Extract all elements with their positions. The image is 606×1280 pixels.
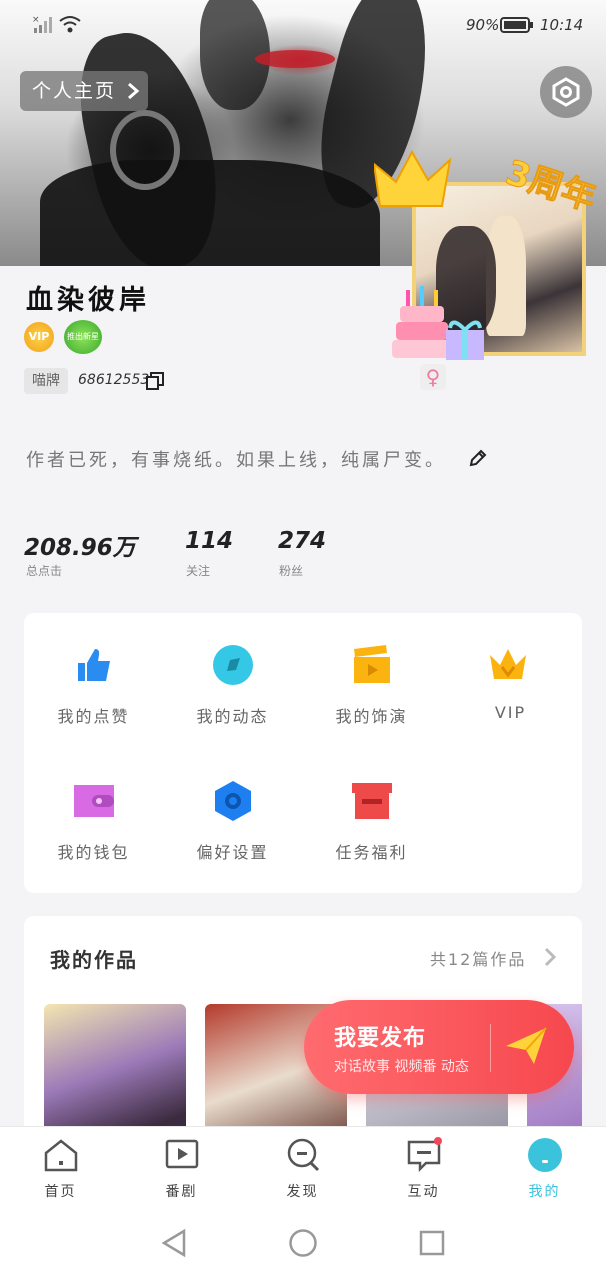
preferences-label: 偏好设置 (196, 843, 269, 862)
wallet-icon (74, 785, 114, 817)
clapperboard-icon (354, 645, 390, 683)
stat-following[interactable]: 114 (185, 528, 233, 554)
my-wallet-label: 我的钱包 (57, 843, 130, 862)
compass-icon (213, 645, 253, 685)
signal-icon: × (32, 15, 52, 33)
stat-total-clicks-label: 总点击 (26, 564, 63, 578)
id-tag: 喵牌 (24, 368, 68, 394)
chevron-right-icon (128, 82, 140, 100)
tab-anime[interactable]: 番剧 (121, 1127, 242, 1211)
home-circle-icon[interactable] (288, 1228, 318, 1258)
personal-homepage-button[interactable]: 个人主页 (20, 71, 148, 111)
system-nav-bar (0, 1210, 606, 1280)
tab-interaction[interactable]: 互动 (363, 1127, 484, 1211)
tab-mine[interactable]: 我的 (484, 1127, 605, 1211)
hexagon-gear-icon (552, 77, 580, 107)
discover-icon (287, 1138, 320, 1172)
thumbs-up-icon (78, 649, 110, 681)
publish-button[interactable]: 我要发布 对话故事 视频番 动态 (304, 1000, 574, 1094)
status-bar: × 90% 10:14 (0, 0, 606, 52)
play-icon (165, 1139, 199, 1169)
tab-discover[interactable]: 发现 (242, 1127, 363, 1211)
stat-total-clicks: 208.96万 (24, 535, 136, 561)
hexagon-settings-icon (215, 781, 251, 821)
crown-decoration-icon (374, 149, 452, 207)
avatar-frame[interactable]: 3周年 (374, 149, 606, 390)
publish-title: 我要发布 (334, 1026, 427, 1051)
tab-home-label: 首页 (44, 1184, 77, 1200)
my-roles-item[interactable]: 我的饰演 (302, 613, 441, 733)
my-likes-item[interactable]: 我的点赞 (24, 613, 163, 733)
tab-anime-label: 番剧 (165, 1184, 198, 1200)
back-icon[interactable] (160, 1228, 188, 1258)
tab-discover-label: 发现 (286, 1184, 319, 1200)
honor-badge-icon[interactable]: 推出新星 (64, 320, 102, 354)
works-count-link[interactable]: 共12篇作品 (430, 946, 526, 970)
gift-box-icon (352, 783, 392, 819)
task-rewards-label: 任务福利 (335, 843, 408, 862)
message-icon (407, 1137, 442, 1173)
chevron-right-icon[interactable] (542, 946, 558, 968)
my-activity-label: 我的动态 (196, 707, 269, 726)
work-cover-1[interactable] (44, 1004, 186, 1146)
stat-fans-label[interactable]: 粉丝 (279, 562, 303, 579)
bio-text: 作者已死，有事烧纸。如果上线，纯属尸变。 (26, 450, 446, 471)
edit-pencil-icon[interactable] (468, 448, 488, 468)
publish-divider (490, 1024, 491, 1072)
tab-home[interactable]: 首页 (0, 1127, 121, 1211)
my-works-title: 我的作品 (50, 948, 138, 972)
my-wallet-item[interactable]: 我的钱包 (24, 749, 163, 869)
my-roles-label: 我的饰演 (335, 707, 408, 726)
my-likes-label: 我的点赞 (57, 707, 130, 726)
tab-interaction-label: 互动 (407, 1184, 440, 1200)
wifi-icon (59, 16, 81, 33)
task-rewards-item[interactable]: 任务福利 (302, 749, 441, 869)
recents-icon[interactable] (418, 1228, 446, 1258)
crown-icon (490, 649, 526, 679)
clock: 10:14 (540, 16, 584, 34)
my-activity-item[interactable]: 我的动态 (163, 613, 302, 733)
battery-icon (500, 17, 533, 33)
svg-text:×: × (32, 15, 40, 25)
username: 血染彼岸 (26, 285, 150, 316)
vip-badge-icon[interactable]: VIP (24, 322, 54, 352)
copy-icon[interactable] (146, 372, 164, 390)
vip-label: VIP (494, 703, 527, 722)
preferences-item[interactable]: 偏好设置 (163, 749, 302, 869)
user-id: 68612553 (78, 372, 150, 388)
gender-female-icon: ♀ (420, 364, 446, 390)
home-icon (44, 1139, 78, 1172)
paper-plane-icon (506, 1027, 547, 1064)
personal-homepage-label: 个人主页 (32, 80, 117, 102)
bottom-tab-bar: 首页 番剧 发现 互动 我的 (0, 1126, 606, 1211)
battery-percent: 90% (466, 16, 500, 34)
settings-button[interactable] (540, 66, 592, 118)
stat-following-label[interactable]: 关注 (186, 562, 210, 579)
services-card: 我的点赞 我的动态 我的饰演 VIP 我的钱包 偏好设置 任务福利 (24, 613, 582, 893)
publish-subtitle: 对话故事 视频番 动态 (334, 1059, 469, 1075)
profile-icon (528, 1138, 562, 1172)
stat-fans[interactable]: 274 (278, 528, 326, 554)
gift-decoration-icon (446, 320, 484, 360)
vip-item[interactable]: VIP (441, 613, 580, 733)
tab-mine-label: 我的 (528, 1184, 561, 1200)
